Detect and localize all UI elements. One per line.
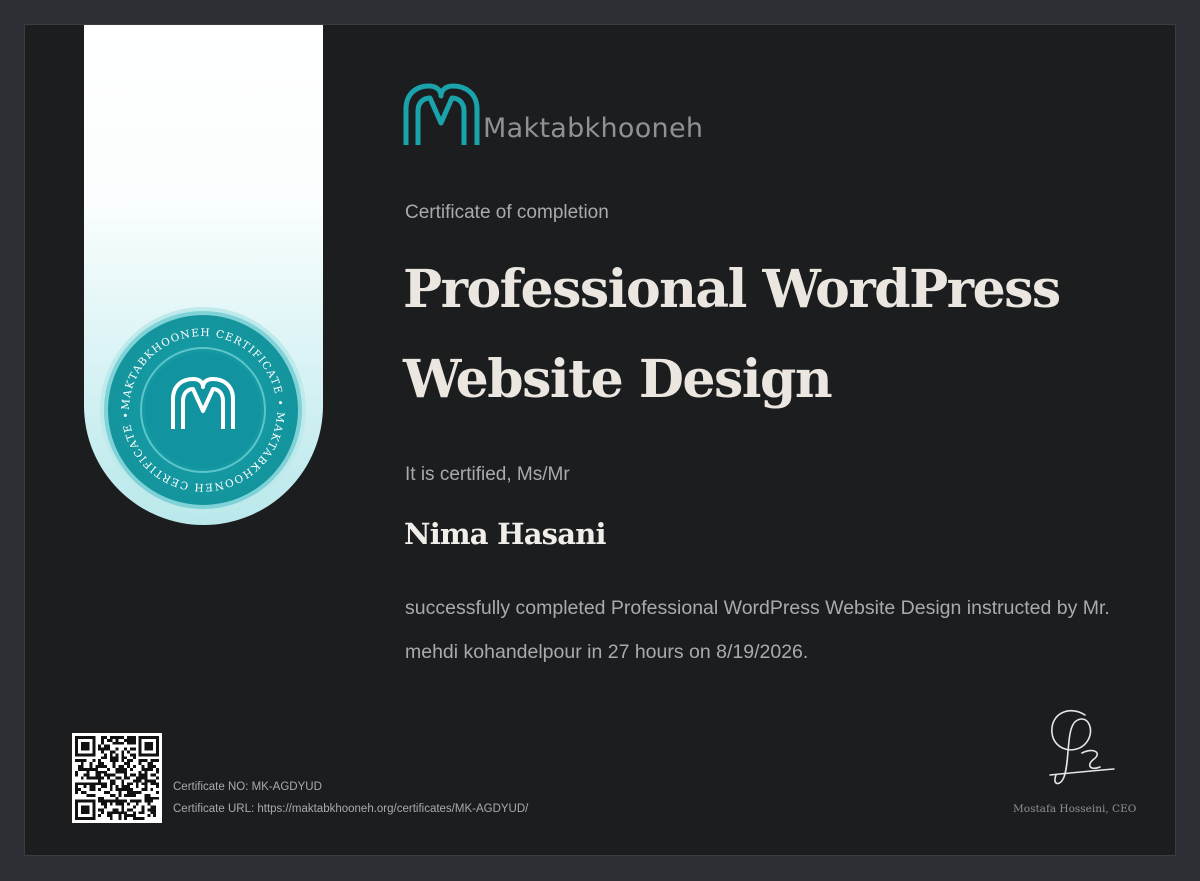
- certificate-number: Certificate NO: MK-AGDYUD: [173, 781, 322, 793]
- page-viewport: MAKTABKHOONEH CERTIFICATE • MAKTABKHOONE…: [0, 0, 1200, 881]
- certificate-subtitle: Certificate of completion: [405, 202, 609, 223]
- certified-label: It is certified, Ms/Mr: [405, 464, 570, 485]
- completion-description: successfully completed Professional Word…: [405, 597, 1110, 663]
- signature-graphic: [1049, 709, 1115, 785]
- signer-name: Mostafa Hosseini, CEO: [1013, 803, 1137, 815]
- certificate-url[interactable]: Certificate URL: https://maktabkhooneh.o…: [173, 803, 528, 815]
- certificate-card: MAKTABKHOONEH CERTIFICATE • MAKTABKHOONE…: [24, 24, 1176, 856]
- qr-code[interactable]: [72, 733, 162, 823]
- maktabkhooneh-logo-icon: [403, 83, 480, 145]
- seal-graphic: MAKTABKHOONEH CERTIFICATE • MAKTABKHOONE…: [120, 327, 285, 493]
- recipient-name: Nima Hasani: [404, 517, 607, 551]
- brand-name: Maktabkhooneh: [483, 113, 704, 144]
- course-title: Professional WordPress Website Design: [403, 259, 1061, 410]
- certificate-seal: MAKTABKHOONEH CERTIFICATE • MAKTABKHOONE…: [108, 315, 298, 505]
- brand-logo: Maktabkhooneh: [403, 83, 703, 153]
- certificate-ribbon: MAKTABKHOONEH CERTIFICATE • MAKTABKHOONE…: [84, 25, 323, 525]
- qr-code-graphic: [75, 736, 159, 820]
